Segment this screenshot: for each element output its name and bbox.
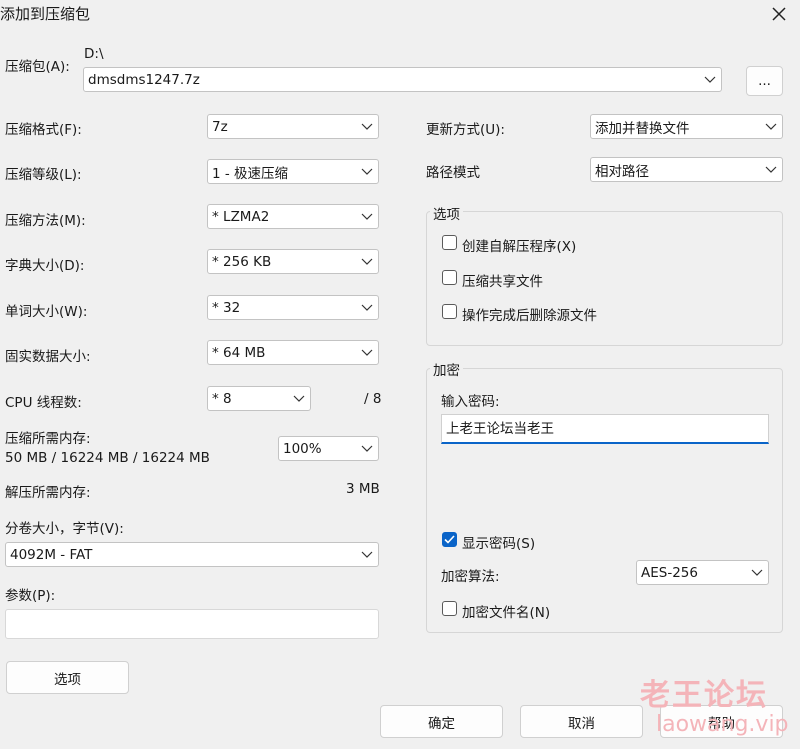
- chevron-down-icon: [760, 166, 782, 174]
- chevron-down-icon: [746, 569, 768, 577]
- split-label: 分卷大小，字节(V):: [5, 521, 124, 537]
- show-password-checkbox[interactable]: [442, 532, 457, 547]
- dict-label: 字典大小(D):: [5, 258, 85, 274]
- method-select[interactable]: * LZMA2: [207, 204, 379, 229]
- chevron-down-icon: [356, 213, 378, 221]
- params-label: 参数(P):: [5, 588, 56, 604]
- level-select[interactable]: 1 - 极速压缩: [207, 159, 379, 184]
- options-button[interactable]: 选项: [6, 661, 129, 694]
- sfx-checkbox[interactable]: [442, 235, 457, 250]
- chevron-down-icon: [356, 168, 378, 176]
- update-label: 更新方式(U):: [426, 122, 505, 138]
- chevron-down-icon: [356, 551, 378, 559]
- format-label: 压缩格式(F):: [5, 122, 82, 138]
- cancel-button[interactable]: 取消: [520, 705, 643, 738]
- level-value: 1 - 极速压缩: [212, 165, 289, 182]
- ok-button-label: 确定: [428, 715, 455, 732]
- delete-checkbox[interactable]: [442, 304, 457, 319]
- encrypt-names-label: 加密文件名(N): [462, 605, 551, 621]
- encryption-group-title: 加密: [430, 359, 463, 379]
- decompress-label: 解压所需内存:: [5, 485, 91, 501]
- options-group-title: 选项: [430, 203, 463, 223]
- split-select[interactable]: 4092M - FAT: [5, 542, 379, 567]
- path-mode-select[interactable]: 相对路径: [590, 157, 783, 182]
- chevron-down-icon: [356, 445, 378, 453]
- chevron-down-icon: [356, 258, 378, 266]
- word-value: * 32: [212, 299, 241, 316]
- cpu-max: / 8: [364, 391, 382, 407]
- chevron-down-icon: [356, 349, 378, 357]
- cpu-value: * 8: [212, 390, 232, 407]
- split-value: 4092M - FAT: [10, 546, 93, 563]
- dict-value: * 256 KB: [212, 253, 272, 270]
- ok-button[interactable]: 确定: [380, 705, 503, 738]
- method-value: * LZMA2: [212, 208, 270, 225]
- window-title: 添加到压缩包: [0, 5, 91, 23]
- update-value: 添加并替换文件: [595, 120, 690, 137]
- title-bar: [0, 0, 800, 28]
- solid-value: * 64 MB: [212, 344, 266, 361]
- dict-select[interactable]: * 256 KB: [207, 249, 379, 274]
- options-button-label: 选项: [54, 671, 81, 688]
- chevron-down-icon: [356, 123, 378, 131]
- cancel-button-label: 取消: [568, 715, 595, 732]
- chevron-down-icon: [356, 304, 378, 312]
- params-input[interactable]: [5, 609, 379, 639]
- show-password-label: 显示密码(S): [462, 536, 536, 552]
- mem-detail: 50 MB / 16224 MB / 16224 MB: [5, 450, 210, 466]
- mem-value: 100%: [283, 440, 322, 457]
- solid-label: 固实数据大小:: [5, 349, 91, 365]
- watermark-url: laowang.vip: [656, 712, 789, 737]
- word-select[interactable]: * 32: [207, 295, 379, 320]
- close-icon[interactable]: [764, 0, 794, 28]
- algo-select[interactable]: AES-256: [636, 560, 769, 585]
- browse-button-label: ...: [758, 73, 771, 89]
- browse-button[interactable]: ...: [746, 66, 783, 96]
- watermark-text: 老王论坛: [640, 678, 768, 713]
- algo-value: AES-256: [641, 564, 698, 581]
- archive-label: 压缩包(A):: [5, 59, 70, 75]
- sfx-label: 创建自解压程序(X): [462, 239, 577, 255]
- archive-name-value: dmsdms1247.7z: [88, 71, 200, 88]
- chevron-down-icon: [288, 395, 310, 403]
- path-mode-label: 路径模式: [426, 165, 480, 181]
- level-label: 压缩等级(L):: [5, 167, 82, 183]
- format-value: 7z: [212, 118, 228, 135]
- shared-label: 压缩共享文件: [462, 274, 543, 290]
- shared-checkbox[interactable]: [442, 270, 457, 285]
- password-value: 上老王论坛当老王: [446, 421, 554, 437]
- solid-select[interactable]: * 64 MB: [207, 340, 379, 365]
- format-select[interactable]: 7z: [207, 114, 379, 139]
- decompress-value: 3 MB: [346, 481, 380, 497]
- password-label: 输入密码:: [441, 394, 500, 410]
- mem-select[interactable]: 100%: [278, 436, 379, 461]
- algo-label: 加密算法:: [441, 569, 500, 585]
- archive-path: D:\: [84, 46, 104, 62]
- method-label: 压缩方法(M):: [5, 213, 86, 229]
- checkmark-icon: [444, 535, 455, 544]
- archive-name-combo[interactable]: dmsdms1247.7z: [83, 67, 722, 92]
- mem-label: 压缩所需内存:: [5, 431, 91, 447]
- delete-label: 操作完成后删除源文件: [462, 308, 597, 324]
- word-label: 单词大小(W):: [5, 304, 88, 320]
- encrypt-names-checkbox[interactable]: [442, 601, 457, 616]
- password-input[interactable]: 上老王论坛当老王: [441, 414, 769, 444]
- chevron-down-icon: [760, 123, 782, 131]
- path-mode-value: 相对路径: [595, 163, 649, 180]
- cpu-select[interactable]: * 8: [207, 386, 311, 411]
- cpu-label: CPU 线程数:: [5, 395, 82, 411]
- update-select[interactable]: 添加并替换文件: [590, 114, 783, 139]
- chevron-down-icon: [699, 76, 721, 84]
